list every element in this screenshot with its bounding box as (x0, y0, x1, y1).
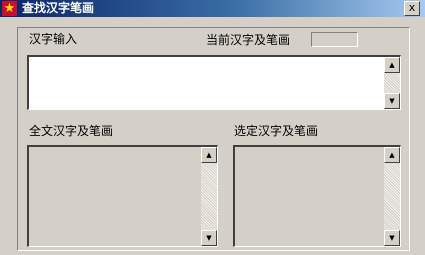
hanzi-input-label: 汉字输入 (29, 32, 78, 46)
all-strokes-label: 全文汉字及笔画 (29, 124, 114, 138)
selected-strokes-list[interactable]: ▲ ▼ (233, 145, 401, 247)
scroll-down-button[interactable]: ▼ (384, 93, 400, 109)
all-strokes-list[interactable]: ▲ ▼ (27, 145, 218, 247)
selected-strokes-label: 选定汉字及笔画 (234, 124, 319, 138)
close-button[interactable]: x (404, 1, 420, 16)
current-strokes-label: 当前汉字及笔画 (206, 33, 291, 47)
all-strokes-scrollbar[interactable]: ▲ ▼ (201, 147, 217, 246)
scroll-down-button[interactable]: ▼ (384, 230, 400, 246)
title-bar[interactable]: ★ 查找汉字笔画 x (0, 0, 425, 17)
hanzi-input-scrollbar[interactable]: ▲ ▼ (384, 57, 400, 109)
scroll-down-button[interactable]: ▼ (201, 230, 217, 246)
window-title: 查找汉字笔画 (22, 1, 95, 15)
selected-strokes-scrollbar[interactable]: ▲ ▼ (384, 147, 400, 246)
star-icon: ★ (2, 1, 17, 16)
hanzi-input-field[interactable]: ▲ ▼ (27, 55, 401, 110)
find-hanzi-strokes-window: ★ 查找汉字笔画 x 汉字输入 当前汉字及笔画 ▲ ▼ 全文汉字及笔画 选定汉字… (0, 0, 425, 255)
current-strokes-display (311, 32, 358, 47)
scroll-up-button[interactable]: ▲ (201, 147, 217, 163)
scroll-up-button[interactable]: ▲ (384, 57, 400, 73)
scroll-up-button[interactable]: ▲ (384, 147, 400, 163)
